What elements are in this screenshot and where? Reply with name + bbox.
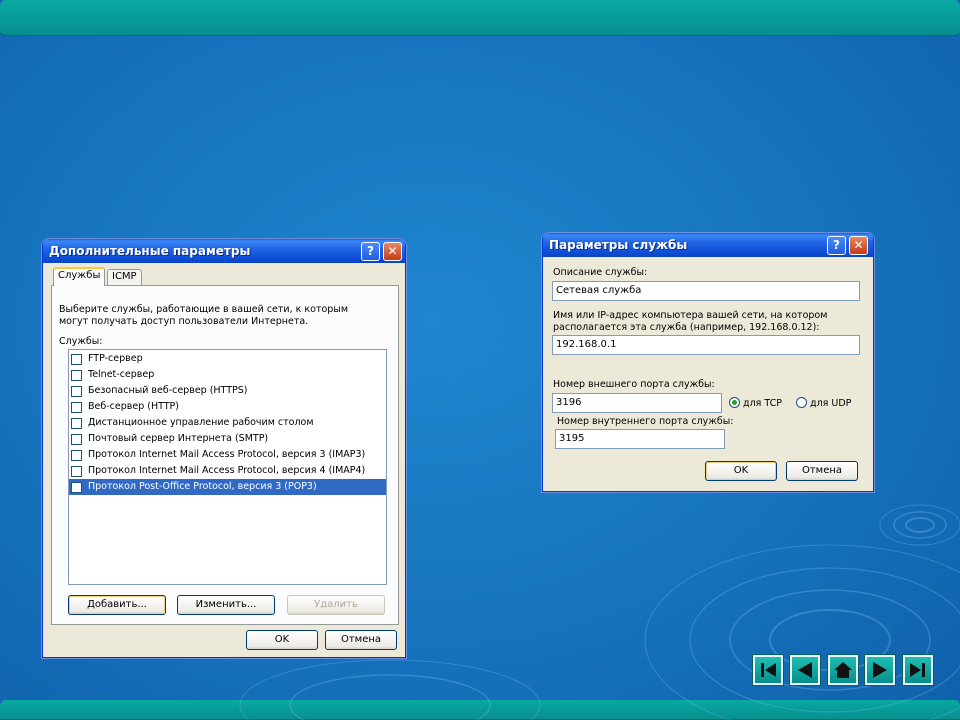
home-icon[interactable] (828, 655, 858, 685)
tab-services[interactable]: Службы (53, 267, 106, 286)
internal-port-label: Номер внутреннего порта службы: (557, 416, 734, 427)
list-item[interactable]: Дистанционное управление рабочим столом (69, 415, 386, 431)
cancel-button[interactable]: Отмена (325, 630, 397, 650)
bottom-banner (0, 700, 960, 720)
checkbox[interactable] (71, 417, 82, 429)
host-address-input[interactable]: 192.168.0.1 (552, 335, 860, 355)
advanced-settings-title: Дополнительные параметры (49, 244, 251, 258)
checkbox[interactable] (71, 465, 82, 477)
service-settings-titlebar[interactable]: Параметры службы ? ✕ (543, 233, 873, 257)
checkbox[interactable] (71, 385, 82, 397)
list-item-selected[interactable]: Протокол Post-Office Protocol, версия 3 … (69, 479, 386, 495)
add-button[interactable]: Добавить... (68, 595, 166, 615)
ok-button[interactable]: OK (246, 630, 318, 650)
prev-icon[interactable] (790, 655, 820, 685)
services-description: Выберите службы, работающие в вашей сети… (59, 304, 348, 327)
close-button[interactable]: ✕ (849, 236, 868, 255)
services-tab-panel: Выберите службы, работающие в вашей сети… (51, 285, 399, 625)
list-item[interactable]: Telnet-сервер (69, 367, 386, 383)
host-address-label-line1: Имя или IP-адрес компьютера вашей сети, … (553, 310, 828, 321)
checkbox[interactable] (71, 369, 82, 381)
tcp-radio-option[interactable]: для TCP (729, 397, 782, 409)
udp-radio[interactable] (796, 397, 807, 408)
skip-first-icon[interactable] (753, 655, 783, 685)
checkbox[interactable] (71, 353, 82, 365)
service-description-label: Описание службы: (553, 267, 648, 278)
list-item[interactable]: Протокол Internet Mail Access Protocol, … (69, 447, 386, 463)
host-address-label-line2: располагается эта служба (например, 192.… (553, 322, 820, 333)
list-item[interactable]: Почтовый сервер Интернета (SMTP) (69, 431, 386, 447)
internal-port-input[interactable]: 3195 (555, 429, 725, 449)
help-button[interactable]: ? (361, 242, 380, 261)
tab-icmp[interactable]: ICMP (107, 269, 142, 285)
external-port-label: Номер внешнего порта службы: (553, 379, 715, 390)
help-button[interactable]: ? (827, 236, 846, 255)
advanced-settings-dialog: Дополнительные параметры ? ✕ Службы ICMP… (42, 239, 406, 658)
top-banner (0, 0, 960, 36)
service-settings-dialog: Параметры службы ? ✕ Описание службы: Се… (542, 233, 874, 492)
external-port-input[interactable]: 3196 (552, 393, 722, 413)
cancel-button[interactable]: Отмена (786, 461, 858, 481)
tcp-radio[interactable] (729, 397, 740, 408)
checkbox[interactable] (71, 433, 82, 445)
tcp-radio-label: для TCP (743, 398, 783, 409)
edit-button[interactable]: Изменить... (177, 595, 275, 615)
service-settings-title: Параметры службы (549, 238, 688, 252)
list-item[interactable]: FTP-сервер (69, 351, 386, 367)
checkbox[interactable] (71, 449, 82, 461)
services-list[interactable]: FTP-сервер Telnet-сервер Безопасный веб-… (68, 349, 387, 585)
checkbox[interactable] (71, 481, 82, 493)
service-description-input[interactable]: Сетевая служба (552, 281, 860, 301)
advanced-settings-titlebar[interactable]: Дополнительные параметры ? ✕ (43, 239, 405, 263)
checkbox[interactable] (71, 401, 82, 413)
list-item[interactable]: Безопасный веб-сервер (HTTPS) (69, 383, 386, 399)
ok-button[interactable]: OK (705, 461, 777, 481)
next-icon[interactable] (865, 655, 895, 685)
udp-radio-option[interactable]: для UDP (796, 397, 851, 409)
list-item[interactable]: Протокол Internet Mail Access Protocol, … (69, 463, 386, 479)
skip-last-icon[interactable] (903, 655, 933, 685)
list-item[interactable]: Веб-сервер (HTTP) (69, 399, 386, 415)
services-label: Службы: (59, 336, 103, 347)
close-button[interactable]: ✕ (383, 242, 402, 261)
delete-button[interactable]: Удалить (287, 595, 385, 615)
udp-radio-label: для UDP (810, 398, 852, 409)
